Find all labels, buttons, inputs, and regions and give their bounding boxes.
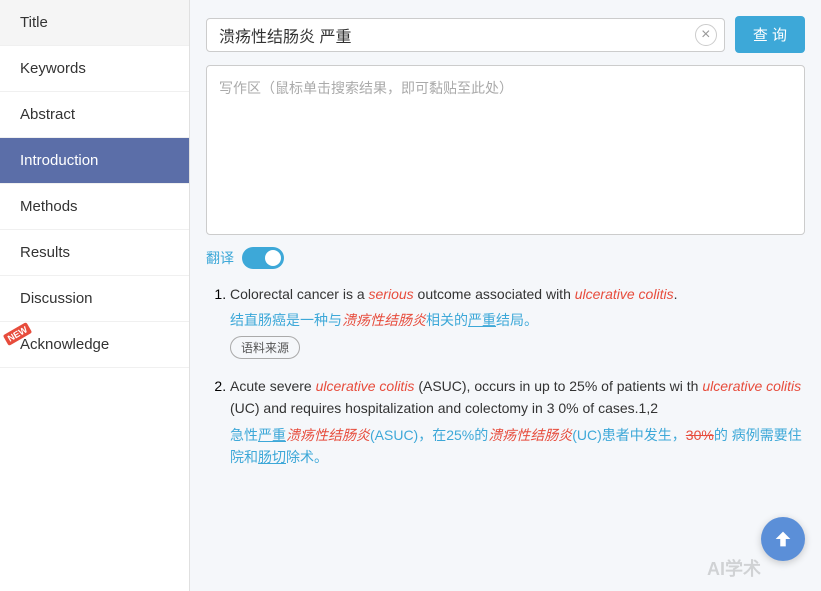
writing-area[interactable]: 写作区（鼠标单击搜索结果，即可黏贴至此处）	[206, 65, 805, 235]
sidebar-item-label: Abstract	[20, 106, 75, 123]
search-button[interactable]: 查 询	[735, 16, 805, 53]
results-list: Colorectal cancer is a serious outcome a…	[206, 283, 805, 468]
sidebar-item-label: Title	[20, 14, 48, 31]
italic-serious: serious	[369, 286, 414, 302]
sidebar-item-label: Acknowledge	[20, 336, 109, 353]
sidebar-item-introduction[interactable]: Introduction	[0, 138, 189, 184]
zh-colectomy: 肠切	[258, 449, 286, 465]
search-input[interactable]	[206, 18, 725, 52]
search-button-label: 查 询	[753, 27, 787, 44]
zh-underline-1: 严重	[468, 312, 496, 328]
result-item-1: Colorectal cancer is a serious outcome a…	[230, 283, 805, 359]
result-en-2[interactable]: Acute severe ulcerative colitis (ASUC), …	[230, 375, 805, 420]
translate-row: 翻译	[206, 247, 805, 269]
search-input-wrapper: ×	[206, 18, 725, 52]
sidebar-item-acknowledge[interactable]: NEW Acknowledge	[0, 322, 189, 368]
scroll-up-button[interactable]	[761, 517, 805, 561]
result-en-1[interactable]: Colorectal cancer is a serious outcome a…	[230, 283, 805, 305]
zh-italic-3: 溃疡性结肠炎	[488, 427, 572, 443]
watermark: AI学术	[707, 555, 761, 581]
italic-ulcerative-colitis-1: ulcerative colitis	[575, 286, 674, 302]
sidebar-item-keywords[interactable]: Keywords	[0, 46, 189, 92]
sidebar: Title Keywords Abstract Introduction Met…	[0, 0, 190, 591]
arrow-up-icon	[772, 528, 794, 550]
sidebar-item-label: Methods	[20, 198, 78, 215]
translate-toggle[interactable]	[242, 247, 284, 269]
source-tag-1[interactable]: 语料来源	[230, 336, 300, 359]
zh-italic-1: 溃疡性结肠炎	[342, 312, 426, 328]
translate-label: 翻译	[206, 248, 234, 268]
result-zh-1[interactable]: 结直肠癌是一种与溃疡性结肠炎相关的严重结局。	[230, 309, 805, 331]
sidebar-item-results[interactable]: Results	[0, 230, 189, 276]
sidebar-item-label: Introduction	[20, 152, 98, 169]
sidebar-item-label: Discussion	[20, 290, 93, 307]
sidebar-item-label: Keywords	[20, 60, 86, 77]
result-item-2: Acute severe ulcerative colitis (ASUC), …	[230, 375, 805, 469]
clear-button[interactable]: ×	[695, 24, 717, 46]
zh-italic-2: 溃疡性结肠炎	[286, 427, 370, 443]
main-content: × 查 询 写作区（鼠标单击搜索结果，即可黏贴至此处） 翻译 Colorecta…	[190, 0, 821, 591]
zh-strikethrough: 30%	[686, 427, 714, 443]
sidebar-item-methods[interactable]: Methods	[0, 184, 189, 230]
close-icon: ×	[701, 26, 710, 44]
writing-area-placeholder: 写作区（鼠标单击搜索结果，即可黏贴至此处）	[219, 80, 513, 96]
zh-acute-severe: 严重	[258, 427, 286, 443]
sidebar-item-title[interactable]: Title	[0, 0, 189, 46]
sidebar-item-discussion[interactable]: Discussion	[0, 276, 189, 322]
sidebar-item-label: Results	[20, 244, 70, 261]
search-bar: × 查 询	[206, 16, 805, 53]
result-zh-2[interactable]: 急性严重溃疡性结肠炎(ASUC)，在25%的溃疡性结肠炎(UC)患者中发生，30…	[230, 424, 805, 469]
italic-uc-2: ulcerative colitis	[702, 378, 801, 394]
sidebar-item-abstract[interactable]: Abstract	[0, 92, 189, 138]
italic-uc-1: ulcerative colitis	[316, 378, 415, 394]
